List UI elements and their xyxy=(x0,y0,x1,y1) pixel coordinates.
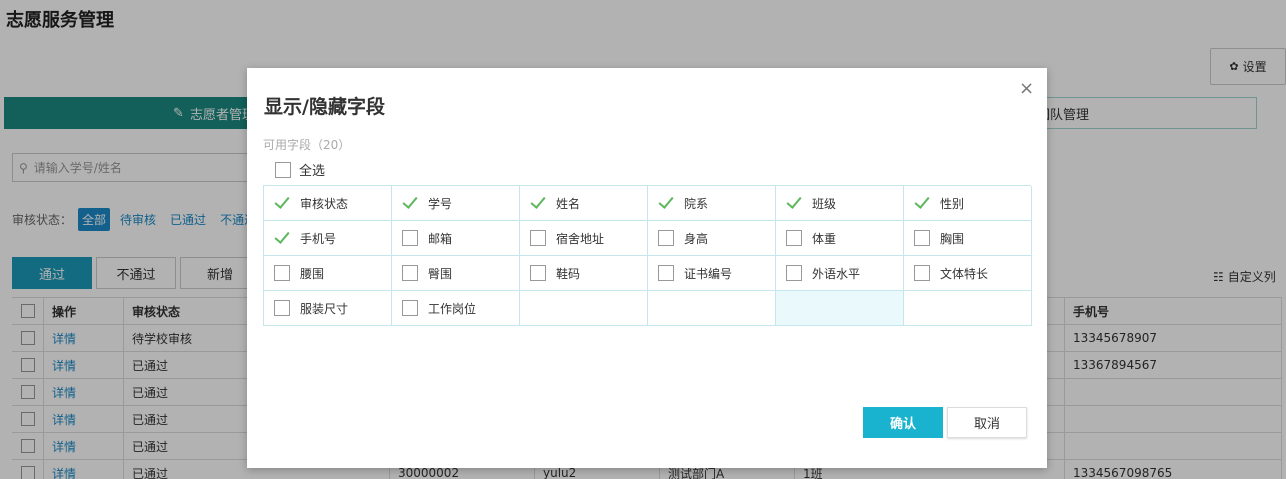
field-label: 审核状态 xyxy=(300,196,349,211)
checkmark-icon xyxy=(274,230,290,246)
available-fields-label: 可用字段（20） xyxy=(263,138,351,152)
checkbox-icon xyxy=(658,230,674,246)
dialog-title: 显示/隐藏字段 xyxy=(264,96,385,118)
field-option[interactable]: 宿舍地址 xyxy=(520,221,648,256)
checkbox-icon xyxy=(275,161,291,178)
field-option[interactable]: 班级 xyxy=(776,186,904,221)
field-option[interactable]: 工作岗位 xyxy=(392,291,520,326)
field-label: 手机号 xyxy=(300,231,337,246)
checkbox-icon xyxy=(402,265,418,281)
field-option[interactable]: 院系 xyxy=(648,186,776,221)
checkbox-icon xyxy=(658,265,674,281)
close-icon[interactable]: × xyxy=(1019,78,1034,99)
field-label: 姓名 xyxy=(556,196,581,211)
checkbox-icon xyxy=(914,230,930,246)
field-label: 身高 xyxy=(684,231,709,246)
field-option[interactable]: 证书编号 xyxy=(648,256,776,291)
field-option[interactable]: 服装尺寸 xyxy=(264,291,392,326)
field-label: 邮箱 xyxy=(428,231,453,246)
empty-cell xyxy=(648,291,776,326)
field-option[interactable]: 胸围 xyxy=(904,221,1032,256)
checkmark-icon xyxy=(530,195,546,211)
field-label: 体重 xyxy=(812,231,837,246)
field-label: 班级 xyxy=(812,196,837,211)
empty-cell xyxy=(904,291,1032,326)
field-label: 鞋码 xyxy=(556,266,581,281)
field-label: 腰围 xyxy=(300,266,325,281)
cancel-button[interactable]: 取消 xyxy=(947,407,1027,438)
field-option[interactable]: 手机号 xyxy=(264,221,392,256)
confirm-button[interactable]: 确认 xyxy=(863,407,943,438)
field-option[interactable]: 体重 xyxy=(776,221,904,256)
checkbox-icon xyxy=(530,230,546,246)
checkbox-icon xyxy=(786,230,802,246)
field-option[interactable]: 姓名 xyxy=(520,186,648,221)
field-visibility-dialog: 显示/隐藏字段 × 可用字段（20） 全选 审核状态 学号 姓名 院系 班级 性别手机号 邮… xyxy=(247,68,1047,468)
field-label: 院系 xyxy=(684,196,709,211)
field-label: 服装尺寸 xyxy=(300,301,349,316)
field-label: 性别 xyxy=(940,196,965,211)
field-label: 学号 xyxy=(428,196,453,211)
field-option[interactable]: 腰围 xyxy=(264,256,392,291)
select-all-label: 全选 xyxy=(299,164,326,179)
field-option[interactable]: 学号 xyxy=(392,186,520,221)
field-option[interactable]: 邮箱 xyxy=(392,221,520,256)
empty-cell xyxy=(520,291,648,326)
field-label: 工作岗位 xyxy=(428,301,477,316)
field-grid: 审核状态 学号 姓名 院系 班级 性别手机号 邮箱 宿舍地址 身高 体重 胸围腰围 臀围 鞋码 证书编号 外… xyxy=(263,185,1032,326)
checkbox-icon xyxy=(274,300,290,316)
field-option[interactable]: 外语水平 xyxy=(776,256,904,291)
checkmark-icon xyxy=(914,195,930,211)
field-label: 宿舍地址 xyxy=(556,231,605,246)
field-option[interactable]: 身高 xyxy=(648,221,776,256)
checkmark-icon xyxy=(786,195,802,211)
checkbox-icon xyxy=(402,300,418,316)
field-option[interactable]: 性别 xyxy=(904,186,1032,221)
field-option[interactable]: 审核状态 xyxy=(264,186,392,221)
checkbox-icon xyxy=(786,265,802,281)
checkbox-icon xyxy=(274,265,290,281)
field-label: 外语水平 xyxy=(812,266,861,281)
field-label: 臀围 xyxy=(428,266,453,281)
field-option[interactable]: 臀围 xyxy=(392,256,520,291)
field-option[interactable]: 文体特长 xyxy=(904,256,1032,291)
checkbox-icon xyxy=(530,265,546,281)
field-label: 证书编号 xyxy=(684,266,733,281)
empty-cell xyxy=(776,291,904,326)
checkbox-icon xyxy=(914,265,930,281)
checkmark-icon xyxy=(658,195,674,211)
checkmark-icon xyxy=(274,195,290,211)
checkmark-icon xyxy=(402,195,418,211)
field-option[interactable]: 鞋码 xyxy=(520,256,648,291)
field-label: 文体特长 xyxy=(940,266,989,281)
checkbox-icon xyxy=(402,230,418,246)
select-all-checkbox[interactable]: 全选 xyxy=(275,160,325,179)
field-label: 胸围 xyxy=(940,231,965,246)
